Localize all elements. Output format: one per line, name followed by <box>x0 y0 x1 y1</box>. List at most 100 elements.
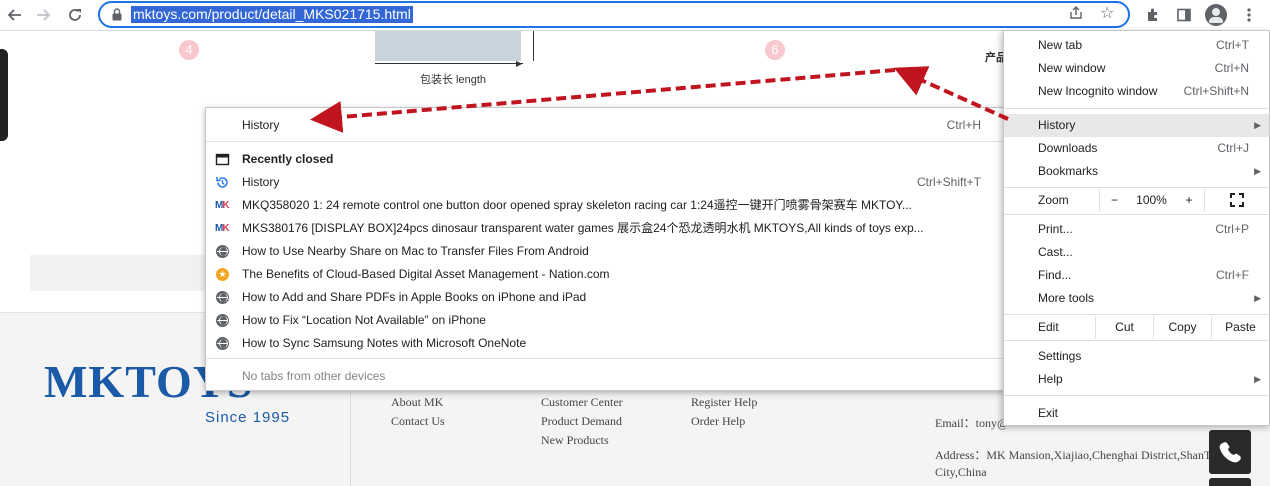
menu-settings[interactable]: Settings <box>1004 345 1269 368</box>
address-bar[interactable]: mktoys.com/product/detail_MKS021715.html… <box>98 1 1130 28</box>
footer-address-line2: City,China <box>935 465 987 479</box>
back-icon[interactable] <box>3 4 27 26</box>
history-list-item[interactable]: History Ctrl+Shift+T <box>206 171 1005 194</box>
forward-icon[interactable] <box>31 4 55 26</box>
star-favicon-icon: ★ <box>215 267 230 282</box>
logo-tagline: Since 1995 <box>205 409 291 426</box>
menu-label: History <box>1038 118 1076 132</box>
closed-tab-item[interactable]: MK MKQ358020 1: 24 remote control one bu… <box>206 194 1005 217</box>
footer-link-product-demand[interactable]: Product Demand <box>541 414 622 429</box>
history-item-shortcut: Ctrl+Shift+T <box>916 175 981 189</box>
footer-address: Address：MK Mansion,Xiajiao,Chenghai Dist… <box>935 448 1212 462</box>
history-header-item[interactable]: History Ctrl+H <box>206 114 1005 137</box>
menu-print[interactable]: Print... Ctrl+P <box>1004 218 1269 241</box>
closed-tab-title: MKS380176 [DISPLAY BOX]24pcs dinosaur tr… <box>242 221 924 235</box>
menu-more-tools[interactable]: More tools ▶ <box>1004 287 1269 310</box>
menu-exit[interactable]: Exit <box>1004 402 1269 425</box>
menu-new-tab[interactable]: New tab Ctrl+T <box>1004 34 1269 57</box>
menu-zoom: Zoom − 100% + <box>1004 189 1269 212</box>
menu-find[interactable]: Find... Ctrl+F <box>1004 264 1269 287</box>
menu-edit: Edit Cut Copy Paste <box>1004 316 1269 339</box>
globe-icon <box>215 244 230 259</box>
menu-label: New window <box>1038 61 1106 75</box>
bookmark-star-icon[interactable]: ☆ <box>1100 3 1114 23</box>
menu-shortcut: Ctrl+J <box>1217 141 1249 155</box>
recently-closed-header: Recently closed <box>206 148 1005 171</box>
kebab-menu-icon[interactable] <box>1237 4 1261 26</box>
menu-downloads[interactable]: Downloads Ctrl+J <box>1004 137 1269 160</box>
menu-shortcut: Ctrl+N <box>1214 61 1249 75</box>
phone-button[interactable] <box>1209 430 1251 474</box>
product-image <box>375 31 521 61</box>
url-text[interactable]: mktoys.com/product/detail_MKS021715.html <box>131 6 413 23</box>
dimension-line <box>533 31 534 61</box>
browser-toolbar: mktoys.com/product/detail_MKS021715.html… <box>0 0 1270 31</box>
reload-icon[interactable] <box>63 4 87 26</box>
submenu-arrow-icon: ▶ <box>1254 166 1261 176</box>
extensions-puzzle-icon[interactable] <box>1141 4 1165 26</box>
side-button[interactable] <box>1209 478 1251 486</box>
dimension-line <box>375 63 523 64</box>
footer-link-customer-center[interactable]: Customer Center <box>541 395 623 410</box>
menu-label: New tab <box>1038 38 1083 52</box>
paste-button[interactable]: Paste <box>1211 316 1269 339</box>
history-shortcut: Ctrl+H <box>946 118 981 132</box>
menu-label: Downloads <box>1038 141 1098 155</box>
dimension-arrow-icon: ▶ <box>516 59 523 68</box>
menu-label: More tools <box>1038 291 1095 305</box>
fullscreen-button[interactable] <box>1204 189 1269 212</box>
menu-separator <box>1004 314 1269 315</box>
menu-separator <box>1004 108 1269 109</box>
closed-tab-title: How to Sync Samsung Notes with Microsoft… <box>242 336 527 350</box>
profile-avatar[interactable] <box>1205 4 1227 26</box>
closed-tab-item[interactable]: ★ The Benefits of Cloud-Based Digital As… <box>206 263 1005 286</box>
closed-tab-item[interactable]: How to Use Nearby Share on Mac to Transf… <box>206 240 1005 263</box>
menu-bookmarks[interactable]: Bookmarks ▶ <box>1004 160 1269 183</box>
menu-new-window[interactable]: New window Ctrl+N <box>1004 57 1269 80</box>
footer-link-about[interactable]: About MK <box>391 395 443 410</box>
menu-label: Edit <box>1038 320 1059 334</box>
closed-tab-title: How to Use Nearby Share on Mac to Transf… <box>242 244 589 258</box>
menu-label: Exit <box>1038 406 1059 420</box>
menu-label: Bookmarks <box>1038 164 1099 178</box>
globe-icon <box>215 336 230 351</box>
menu-separator <box>1004 340 1269 341</box>
chrome-main-menu: New tab Ctrl+T New window Ctrl+N New Inc… <box>1003 30 1270 426</box>
closed-tab-item[interactable]: How to Fix “Location Not Available” on i… <box>206 309 1005 332</box>
footer-link-new-products[interactable]: New Products <box>541 433 609 448</box>
mk-favicon-icon: MK <box>215 200 230 211</box>
menu-label: Cast... <box>1038 245 1073 259</box>
recently-closed-label: Recently closed <box>242 152 334 166</box>
footer-link-order-help[interactable]: Order Help <box>691 414 745 429</box>
menu-history[interactable]: History ▶ <box>1004 114 1269 137</box>
copy-button[interactable]: Copy <box>1153 316 1211 339</box>
closed-tab-item[interactable]: MK MKS380176 [DISPLAY BOX]24pcs dinosaur… <box>206 217 1005 240</box>
closed-tab-title: MKQ358020 1: 24 remote control one butto… <box>242 198 912 212</box>
menu-shortcut: Ctrl+F <box>1216 268 1249 282</box>
menu-separator <box>206 141 1005 142</box>
lock-icon[interactable] <box>112 8 122 24</box>
share-icon[interactable] <box>1068 5 1084 24</box>
dimension-label: 包装长 length <box>420 74 487 86</box>
closed-tab-item[interactable]: How to Add and Share PDFs in Apple Books… <box>206 286 1005 309</box>
menu-label: New Incognito window <box>1038 84 1158 98</box>
closed-tab-item[interactable]: How to Sync Samsung Notes with Microsoft… <box>206 332 1005 355</box>
zoom-out-button[interactable]: − <box>1099 189 1129 212</box>
menu-separator <box>1004 187 1269 188</box>
menu-new-incognito[interactable]: New Incognito window Ctrl+Shift+N <box>1004 80 1269 103</box>
side-panel-icon[interactable] <box>1172 4 1196 26</box>
mk-favicon-icon: MK <box>215 223 230 234</box>
history-clock-icon <box>215 175 230 190</box>
menu-label: Settings <box>1038 349 1082 363</box>
footer-link-register-help[interactable]: Register Help <box>691 395 757 410</box>
closed-tab-title: The Benefits of Cloud-Based Digital Asse… <box>242 267 610 281</box>
zoom-level: 100% <box>1136 193 1167 207</box>
menu-help[interactable]: Help ▶ <box>1004 368 1269 391</box>
cut-button[interactable]: Cut <box>1095 316 1153 339</box>
zoom-in-button[interactable]: + <box>1174 189 1204 212</box>
fullscreen-icon <box>1230 193 1244 207</box>
footer-link-contact[interactable]: Contact Us <box>391 414 445 429</box>
menu-cast[interactable]: Cast... <box>1004 241 1269 264</box>
floating-side-panel[interactable] <box>0 49 8 141</box>
history-item-label: History <box>242 175 280 189</box>
